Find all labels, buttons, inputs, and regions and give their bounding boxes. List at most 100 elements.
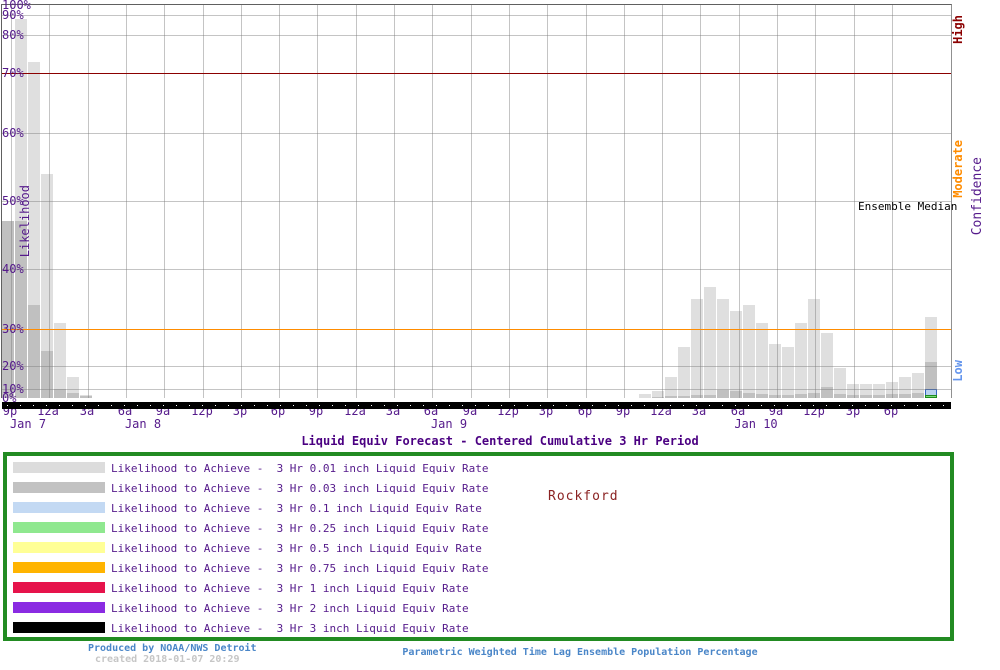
legend-label: Likelihood to Achieve - 3 Hr 3 inch Liqu… bbox=[111, 622, 469, 635]
bar-series1-h52 bbox=[678, 396, 690, 398]
y-tick-label-40: 40% bbox=[2, 263, 24, 275]
bar-series1-h66 bbox=[860, 395, 872, 398]
y-tick-label-0: 0% bbox=[2, 392, 16, 404]
horizontal-gridline-20 bbox=[2, 366, 951, 367]
bar-series1-h53 bbox=[691, 395, 703, 398]
horizontal-gridline-60 bbox=[2, 133, 951, 134]
bar-series1-h61 bbox=[795, 394, 807, 398]
bar-series1-h3 bbox=[41, 351, 53, 398]
footer-produced-text: Produced by NOAA/NWS Detroit bbox=[88, 643, 257, 654]
bar-series1-h5 bbox=[67, 393, 79, 398]
y-axis-label: Likelihood bbox=[18, 185, 32, 257]
bar-series1-h51 bbox=[665, 396, 677, 398]
legend-row: Likelihood to Achieve - 3 Hr 0.5 inch Li… bbox=[7, 538, 950, 558]
y-tick-label-30: 30% bbox=[2, 323, 24, 335]
y-tick-label-90: 90% bbox=[2, 9, 24, 21]
legend-row: Likelihood to Achieve - 3 Hr 3 inch Liqu… bbox=[7, 618, 950, 638]
bar-series0-h60 bbox=[782, 347, 794, 398]
legend-row: Likelihood to Achieve - 3 Hr 2 inch Liqu… bbox=[7, 598, 950, 618]
bar-series1-h4 bbox=[54, 389, 66, 398]
legend-label: Likelihood to Achieve - 3 Hr 0.01 inch L… bbox=[111, 462, 489, 475]
ensemble-median-label: Ensemble Median bbox=[858, 200, 957, 213]
legend-swatch bbox=[13, 622, 105, 633]
bar-series1-h6 bbox=[80, 396, 92, 398]
forecast-chart-canvas: 100%90%80%70%60%50%40%30%20%10%0% Likeli… bbox=[0, 0, 1000, 670]
bar-series0-h57 bbox=[743, 305, 755, 398]
bar-series1-h64 bbox=[834, 394, 846, 398]
legend-swatch bbox=[13, 462, 105, 473]
bar-series0-h62 bbox=[808, 299, 820, 398]
legend-swatch bbox=[13, 542, 105, 553]
x-axis-band bbox=[2, 402, 951, 409]
bar-series0-h54 bbox=[704, 287, 716, 398]
confidence-high-label: High bbox=[951, 15, 965, 44]
bar-series1-h2 bbox=[28, 305, 40, 398]
bar-series0-h52 bbox=[678, 347, 690, 398]
x-date-label: Jan 9 bbox=[426, 418, 472, 430]
y-tick-label-60: 60% bbox=[2, 127, 24, 139]
legend-row: Likelihood to Achieve - 3 Hr 0.1 inch Li… bbox=[7, 498, 950, 518]
legend-row: Likelihood to Achieve - 3 Hr 0.25 inch L… bbox=[7, 518, 950, 538]
legend-label: Likelihood to Achieve - 3 Hr 0.03 inch L… bbox=[111, 482, 489, 495]
legend-row: Likelihood to Achieve - 3 Hr 1 inch Liqu… bbox=[7, 578, 950, 598]
legend-label: Likelihood to Achieve - 3 Hr 0.1 inch Li… bbox=[111, 502, 482, 515]
bar-series0-h55 bbox=[717, 299, 729, 398]
legend-swatch bbox=[13, 502, 105, 513]
legend-label: Likelihood to Achieve - 3 Hr 2 inch Liqu… bbox=[111, 602, 469, 615]
x-date-label: Jan 10 bbox=[733, 418, 779, 430]
bar-series1-h57 bbox=[743, 393, 755, 398]
bar-series1-h59 bbox=[769, 395, 781, 398]
legend-swatch bbox=[13, 602, 105, 613]
legend-row: Likelihood to Achieve - 3 Hr 0.01 inch L… bbox=[7, 458, 950, 478]
confidence-moderate-label: Moderate bbox=[951, 140, 965, 198]
legend-label: Likelihood to Achieve - 3 Hr 0.5 inch Li… bbox=[111, 542, 482, 555]
bar-series1-h55 bbox=[717, 390, 729, 398]
bar-series0-h4 bbox=[54, 323, 66, 398]
bar-series1-h58 bbox=[756, 394, 768, 398]
y-tick-label-80: 80% bbox=[2, 29, 24, 41]
bar-series3-h71 bbox=[925, 395, 937, 398]
legend-label: Likelihood to Achieve - 3 Hr 0.25 inch L… bbox=[111, 522, 489, 535]
bar-series1-h60 bbox=[782, 395, 794, 398]
bar-series1-h69 bbox=[899, 394, 911, 398]
bar-series0-h51 bbox=[665, 377, 677, 398]
threshold-line-high bbox=[2, 73, 951, 74]
horizontal-gridline-40 bbox=[2, 269, 951, 270]
bar-series0-h49 bbox=[639, 394, 651, 398]
horizontal-gridline-90 bbox=[2, 15, 951, 16]
bar-series0-h58 bbox=[756, 323, 768, 398]
horizontal-gridline-50 bbox=[2, 201, 951, 202]
footer-created-text: created 2018-01-07 20:29 bbox=[95, 654, 240, 665]
legend-label: Likelihood to Achieve - 3 Hr 0.75 inch L… bbox=[111, 562, 489, 575]
bar-series1-h56 bbox=[730, 391, 742, 398]
legend-swatch bbox=[13, 562, 105, 573]
x-date-label: Jan 8 bbox=[120, 418, 166, 430]
x-axis-tick-dashes bbox=[2, 405, 951, 406]
x-date-label: Jan 7 bbox=[5, 418, 51, 430]
legend-swatch bbox=[13, 482, 105, 493]
legend-box: Likelihood to Achieve - 3 Hr 0.01 inch L… bbox=[3, 452, 954, 641]
location-label: Rockford bbox=[548, 489, 619, 504]
confidence-low-label: Low bbox=[951, 360, 965, 382]
horizontal-gridline-80 bbox=[2, 35, 951, 36]
legend-row: Likelihood to Achieve - 3 Hr 0.03 inch L… bbox=[7, 478, 950, 498]
horizontal-gridline-10 bbox=[2, 389, 951, 390]
bar-series1-h67 bbox=[873, 395, 885, 398]
bar-series1-h62 bbox=[808, 393, 820, 398]
legend-row: Likelihood to Achieve - 3 Hr 0.75 inch L… bbox=[7, 558, 950, 578]
plot-area: 100%90%80%70%60%50%40%30%20%10%0% bbox=[1, 4, 952, 398]
confidence-axis-label: Confidence bbox=[970, 157, 985, 235]
legend-swatch bbox=[13, 522, 105, 533]
legend-swatch bbox=[13, 582, 105, 593]
legend-label: Likelihood to Achieve - 3 Hr 1 inch Liqu… bbox=[111, 582, 469, 595]
y-tick-label-70: 70% bbox=[2, 67, 24, 79]
chart-title: Liquid Equiv Forecast - Centered Cumulat… bbox=[0, 434, 1000, 448]
threshold-line-moderate bbox=[2, 329, 951, 330]
bar-series0-h53 bbox=[691, 299, 703, 398]
bar-series0-h56 bbox=[730, 311, 742, 398]
bar-series0-h61 bbox=[795, 323, 807, 398]
bar-series1-h70 bbox=[912, 393, 924, 398]
y-tick-label-20: 20% bbox=[2, 360, 24, 372]
bar-series1-h54 bbox=[704, 395, 716, 398]
bar-series1-h65 bbox=[847, 395, 859, 398]
